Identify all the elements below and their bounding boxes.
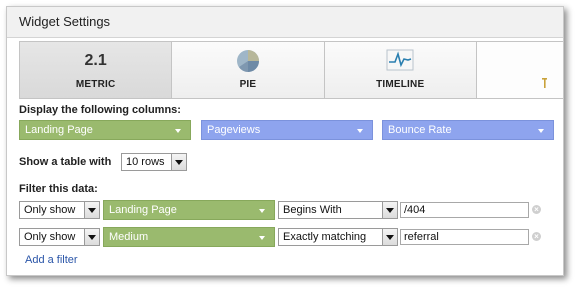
filter-2-match-select[interactable]: Exactly matching: [278, 228, 398, 246]
tab-pie[interactable]: PIE: [172, 42, 325, 98]
filter-1-match-value: Begins With: [283, 204, 342, 216]
filter-1-dimension-value: Landing Page: [109, 204, 177, 216]
add-filter-link[interactable]: Add a filter: [25, 254, 78, 266]
filter-2-remove-icon[interactable]: ×: [532, 232, 541, 241]
filter-1-value-text: /404: [404, 204, 426, 216]
tab-timeline-label: TIMELINE: [376, 79, 425, 90]
chevron-down-icon: [382, 229, 397, 245]
column-dropdown-2[interactable]: Pageviews: [201, 120, 373, 140]
tab-timeline[interactable]: TIMELINE: [324, 42, 477, 98]
column-dropdown-1[interactable]: Landing Page: [19, 120, 191, 140]
filter-2-match-value: Exactly matching: [283, 231, 367, 243]
tab-partial[interactable]: [476, 42, 563, 98]
tab-pie-label: PIE: [239, 79, 257, 90]
filter-2-value-text: referral: [404, 231, 439, 243]
filter-1-match-select[interactable]: Begins With: [278, 201, 398, 219]
chevron-down-icon: [171, 154, 186, 170]
tab-metric-label: METRIC: [75, 79, 116, 90]
column-dropdown-2-value: Pageviews: [207, 124, 261, 136]
chevron-down-icon: [259, 236, 265, 240]
filter-1-mode-select[interactable]: Only show: [19, 201, 100, 219]
chevron-down-icon: [84, 229, 99, 245]
table-rows-select[interactable]: 10 rows: [121, 153, 187, 171]
filter-2-mode-select[interactable]: Only show: [19, 228, 100, 246]
chevron-down-icon: [175, 129, 181, 133]
dialog-title: Widget Settings: [7, 7, 563, 38]
chevron-down-icon: [259, 209, 265, 213]
filter-label: Filter this data:: [19, 183, 98, 195]
filter-2-mode-value: Only show: [24, 231, 76, 243]
visualization-tabs: 2.1 METRIC PIE TIMELINE: [19, 41, 563, 99]
timeline-icon: [386, 48, 414, 75]
metric-icon: 2.1: [84, 52, 107, 69]
filter-1-dimension-dropdown[interactable]: Landing Page: [103, 200, 275, 220]
partial-tab-icon: [541, 78, 547, 88]
widget-settings-dialog: Widget Settings 2.1 METRIC PIE TIMELINE …: [6, 6, 564, 276]
chevron-down-icon: [84, 202, 99, 218]
filter-1-mode-value: Only show: [24, 204, 76, 216]
columns-label: Display the following columns:: [19, 104, 181, 116]
table-rows-value: 10 rows: [126, 156, 165, 168]
pie-chart-icon: [235, 48, 261, 77]
filter-1-remove-icon[interactable]: ×: [532, 205, 541, 214]
chevron-down-icon: [357, 129, 363, 133]
filter-2-value-input[interactable]: referral: [400, 229, 529, 245]
column-dropdown-3[interactable]: Bounce Rate: [382, 120, 554, 140]
chevron-down-icon: [382, 202, 397, 218]
filter-2-dimension-value: Medium: [109, 231, 149, 243]
filter-1-value-input[interactable]: /404: [400, 202, 529, 218]
column-dropdown-3-value: Bounce Rate: [388, 124, 452, 136]
tab-metric[interactable]: 2.1 METRIC: [20, 42, 173, 98]
filter-2-dimension-dropdown[interactable]: Medium: [103, 227, 275, 247]
chevron-down-icon: [538, 129, 544, 133]
table-rows-label: Show a table with: [19, 156, 112, 168]
column-dropdown-1-value: Landing Page: [25, 124, 93, 136]
